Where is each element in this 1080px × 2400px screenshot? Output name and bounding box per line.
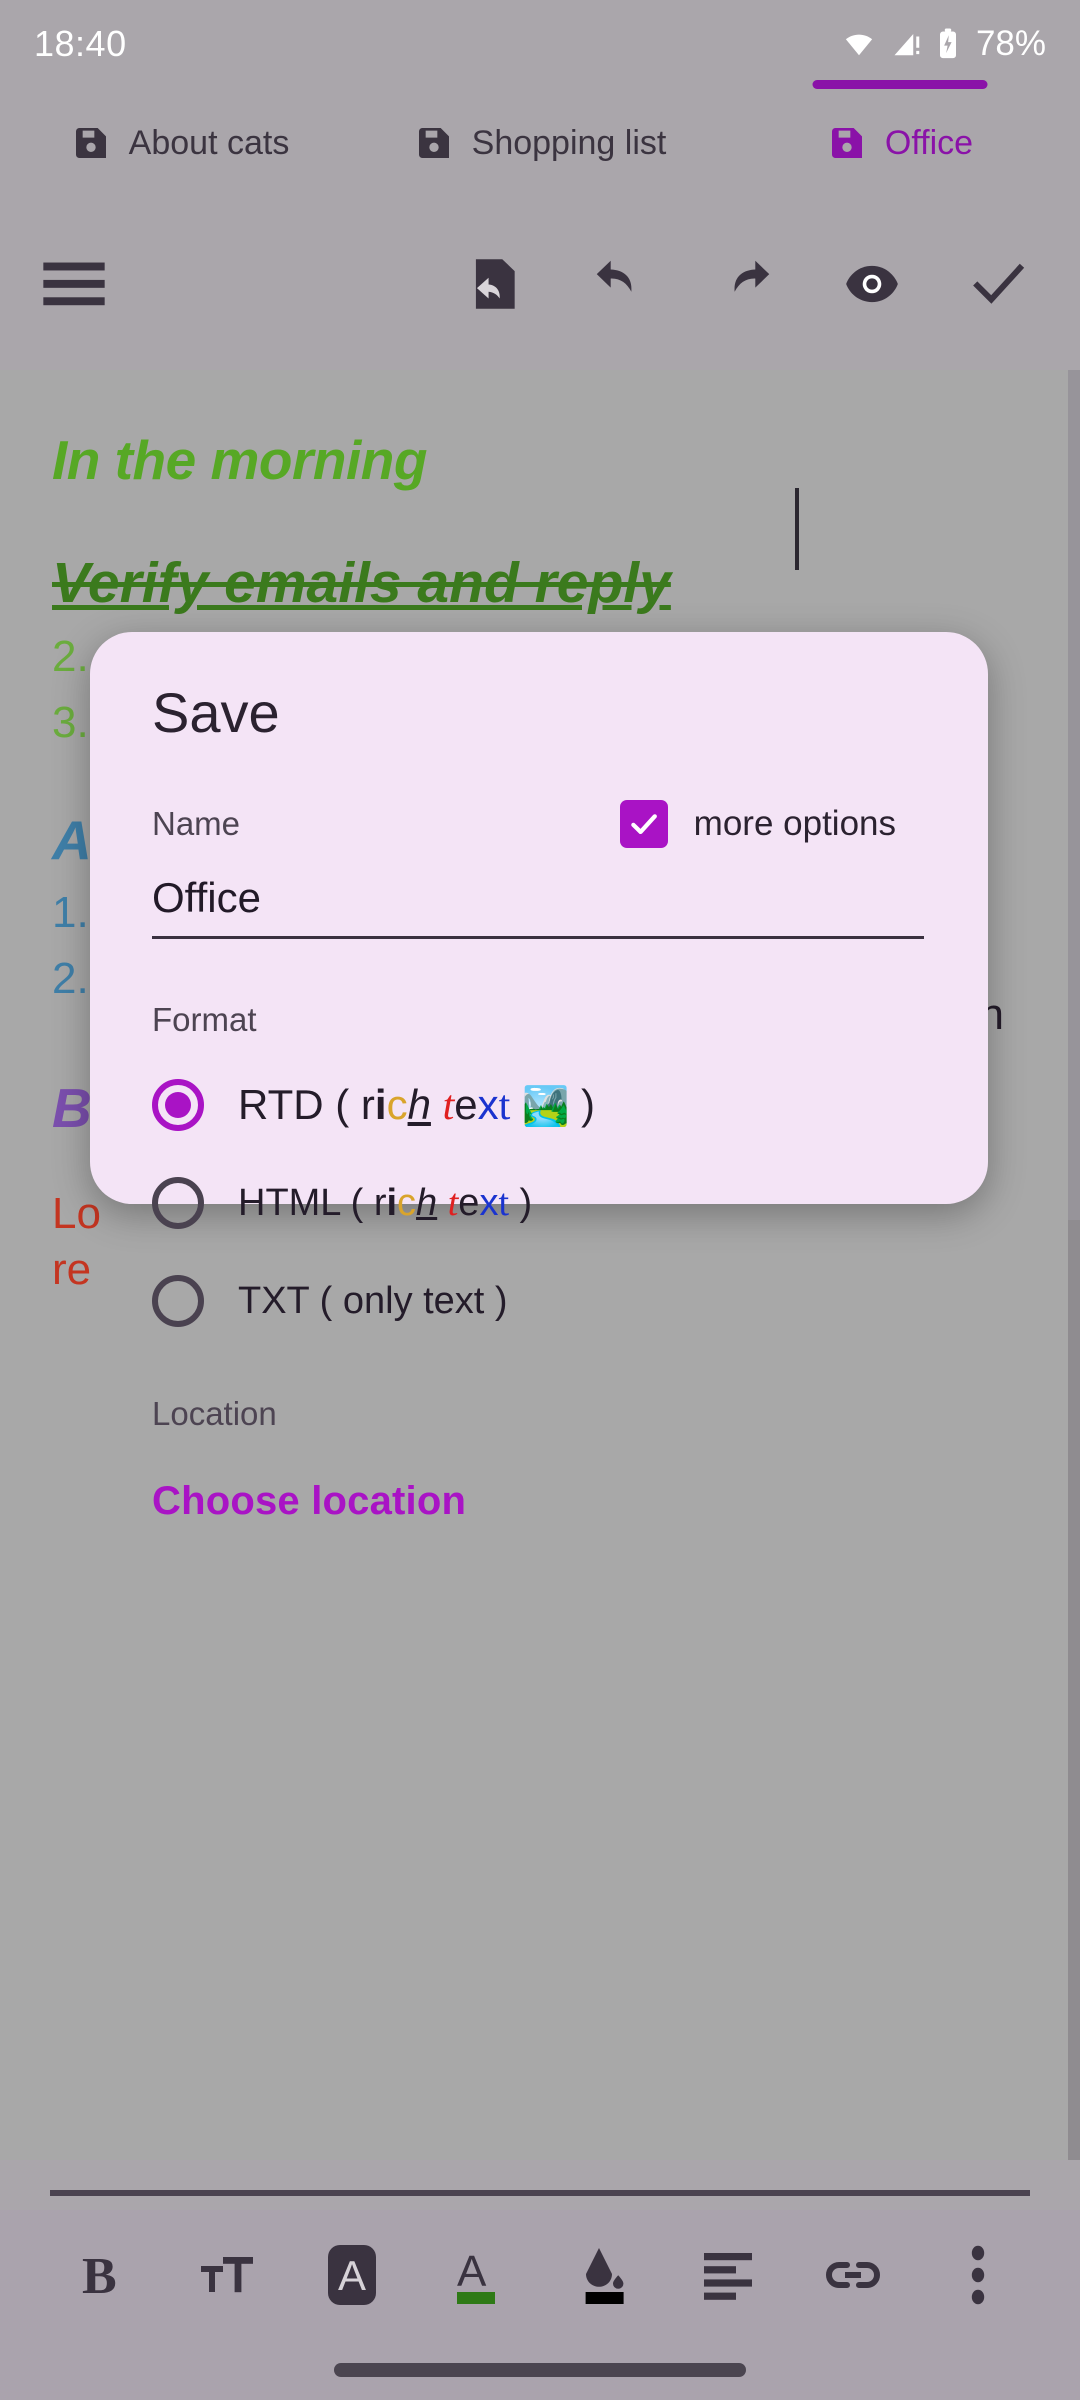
floppy-disk-icon xyxy=(827,123,867,163)
html-prefix: HTML ( xyxy=(238,1182,374,1224)
redo-icon[interactable] xyxy=(698,236,794,332)
overflow-menu-icon[interactable] xyxy=(932,2229,1024,2321)
scrollbar-thumb[interactable] xyxy=(1068,370,1080,1220)
location-label: Location xyxy=(152,1395,277,1432)
rich-char-c: c xyxy=(397,1182,417,1224)
text-caret xyxy=(795,488,799,570)
text-background-icon[interactable]: A xyxy=(306,2229,398,2321)
preview-eye-icon[interactable] xyxy=(824,236,920,332)
status-time: 18:40 xyxy=(34,23,127,64)
tab-label: Office xyxy=(884,123,974,162)
tab-shopping-list[interactable]: Shopping list xyxy=(360,88,720,198)
rich-char-t1: t xyxy=(447,1182,459,1224)
rich-char-i: i xyxy=(386,1182,398,1224)
rich-char-t2: t xyxy=(498,1082,511,1129)
tab-bar: About cats Shopping list Office xyxy=(0,80,1080,198)
radio-unselected-icon[interactable] xyxy=(152,1177,204,1229)
name-input[interactable]: Office xyxy=(152,874,924,939)
rich-char-r: r xyxy=(373,1182,387,1224)
radio-unselected-icon[interactable] xyxy=(152,1275,204,1327)
name-input-value: Office xyxy=(152,874,261,921)
tab-about-cats[interactable]: About cats xyxy=(0,88,360,198)
save-dialog: Save Name more options Office Format RTD… xyxy=(90,632,988,1523)
format-option-rtd[interactable]: RTD ( rich text 🏞️ ) xyxy=(152,1073,926,1137)
rich-char-t2: t xyxy=(498,1182,509,1224)
rich-char-h: h xyxy=(407,1080,431,1128)
rich-char-x: x xyxy=(477,1080,499,1128)
home-gesture-pill[interactable] xyxy=(334,2363,746,2377)
name-header-row: Name more options xyxy=(152,800,926,848)
rich-space xyxy=(431,1081,443,1128)
checkbox-checked-icon[interactable] xyxy=(619,800,668,848)
format-option-label: HTML ( rich text ) xyxy=(238,1181,532,1225)
fill-color-icon[interactable] xyxy=(557,2229,649,2321)
tab-office[interactable]: Office xyxy=(720,80,1080,198)
rich-char-c: c xyxy=(386,1080,408,1128)
landscape-emoji-icon: 🏞️ xyxy=(521,1085,570,1128)
floppy-disk-icon xyxy=(71,123,111,163)
format-option-label: TXT ( only text ) xyxy=(238,1279,508,1322)
rich-char-r: r xyxy=(360,1080,375,1128)
format-toolbar: B A A xyxy=(0,2210,1080,2340)
rich-char-e: e xyxy=(458,1182,480,1224)
status-bar: 18:40 78% xyxy=(0,0,1080,88)
wifi-icon xyxy=(840,29,878,59)
app-toolbar xyxy=(0,198,1080,370)
done-check-icon[interactable] xyxy=(950,236,1046,332)
dialog-title: Save xyxy=(152,681,280,744)
rich-char-t1: t xyxy=(442,1082,455,1129)
battery-percent: 78% xyxy=(975,24,1046,63)
save-as-icon[interactable] xyxy=(446,236,542,332)
radio-selected-icon[interactable] xyxy=(152,1079,204,1131)
format-option-label: RTD ( rich text 🏞️ ) xyxy=(238,1081,595,1130)
document-bottom-divider xyxy=(50,2190,1030,2196)
align-left-icon[interactable] xyxy=(682,2229,774,2321)
doc-task-verify-emails: Verify emails and reply xyxy=(52,551,671,615)
more-options-toggle[interactable]: more options xyxy=(619,800,926,848)
choose-location-button[interactable]: Choose location xyxy=(152,1479,926,1524)
screen: 18:40 78% About cats Shopping list Offic… xyxy=(0,0,1080,2400)
floppy-disk-icon xyxy=(414,123,454,163)
rtd-suffix: ) xyxy=(569,1080,595,1128)
active-tab-indicator xyxy=(812,80,988,89)
link-icon[interactable] xyxy=(807,2229,899,2321)
format-label: Format xyxy=(152,1001,257,1038)
rich-char-i: i xyxy=(374,1080,387,1128)
menu-icon[interactable] xyxy=(26,236,122,332)
battery-charging-icon xyxy=(936,28,960,60)
tab-label: Shopping list xyxy=(471,123,667,162)
more-options-label: more options xyxy=(693,804,896,843)
doc-heading-morning: In the morning xyxy=(52,429,427,491)
rich-space xyxy=(437,1182,448,1224)
cellular-signal-icon xyxy=(890,29,924,59)
status-icons: 78% xyxy=(840,24,1046,64)
tab-label: About cats xyxy=(128,123,290,162)
name-label: Name xyxy=(152,805,241,842)
rtd-prefix: RTD ( xyxy=(238,1080,361,1128)
rich-char-e: e xyxy=(454,1080,478,1128)
svg-text:A: A xyxy=(457,2247,487,2296)
svg-text:A: A xyxy=(338,2252,366,2299)
svg-text:B: B xyxy=(82,2248,117,2303)
system-navigation-bar xyxy=(0,2340,1080,2400)
text-color-icon[interactable]: A xyxy=(431,2229,523,2321)
rich-char-x: x xyxy=(479,1182,499,1224)
rich-char-h: h xyxy=(416,1182,438,1224)
html-suffix: ) xyxy=(509,1182,533,1224)
bold-icon[interactable]: B xyxy=(56,2229,148,2321)
format-option-txt[interactable]: TXT ( only text ) xyxy=(152,1269,926,1333)
format-option-html[interactable]: HTML ( rich text ) xyxy=(152,1171,926,1235)
text-size-icon[interactable] xyxy=(181,2229,273,2321)
undo-icon[interactable] xyxy=(572,236,668,332)
